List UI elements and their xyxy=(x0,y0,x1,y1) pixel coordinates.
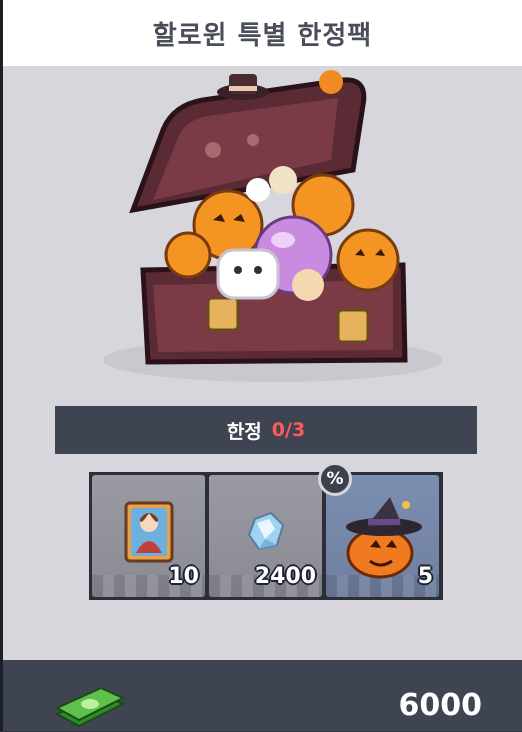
limit-count: 0/3 xyxy=(271,419,306,441)
crystal-gem-icon xyxy=(247,511,285,551)
treasure-chest-icon xyxy=(103,70,443,382)
item-quantity: 10 xyxy=(168,564,199,589)
character-card-icon xyxy=(124,501,174,563)
header: 할로윈 특별 한정팩 xyxy=(3,0,522,66)
item-quantity: 5 xyxy=(417,564,433,589)
pack-title: 할로윈 특별 한정팩 xyxy=(152,20,373,51)
price-label: 6000 xyxy=(398,688,483,723)
shop-pack-card: 할로윈 특별 한정팩 한정 0/3 10 2400 5 % 6000 xyxy=(0,0,522,731)
purchase-limit-bar: 한정 0/3 xyxy=(55,406,477,454)
purchase-footer[interactable]: 6000 xyxy=(3,660,522,731)
item-slot-card[interactable]: 10 xyxy=(92,475,205,597)
discount-badge: % xyxy=(318,462,352,496)
limit-label: 한정 xyxy=(226,420,262,443)
item-quantity: 2400 xyxy=(254,564,316,589)
cash-stack-icon xyxy=(55,688,125,728)
pumpkin-witch-hat-icon xyxy=(346,497,422,579)
item-slot-crystal[interactable]: 2400 xyxy=(209,475,322,597)
reward-items: 10 2400 5 xyxy=(89,472,443,600)
